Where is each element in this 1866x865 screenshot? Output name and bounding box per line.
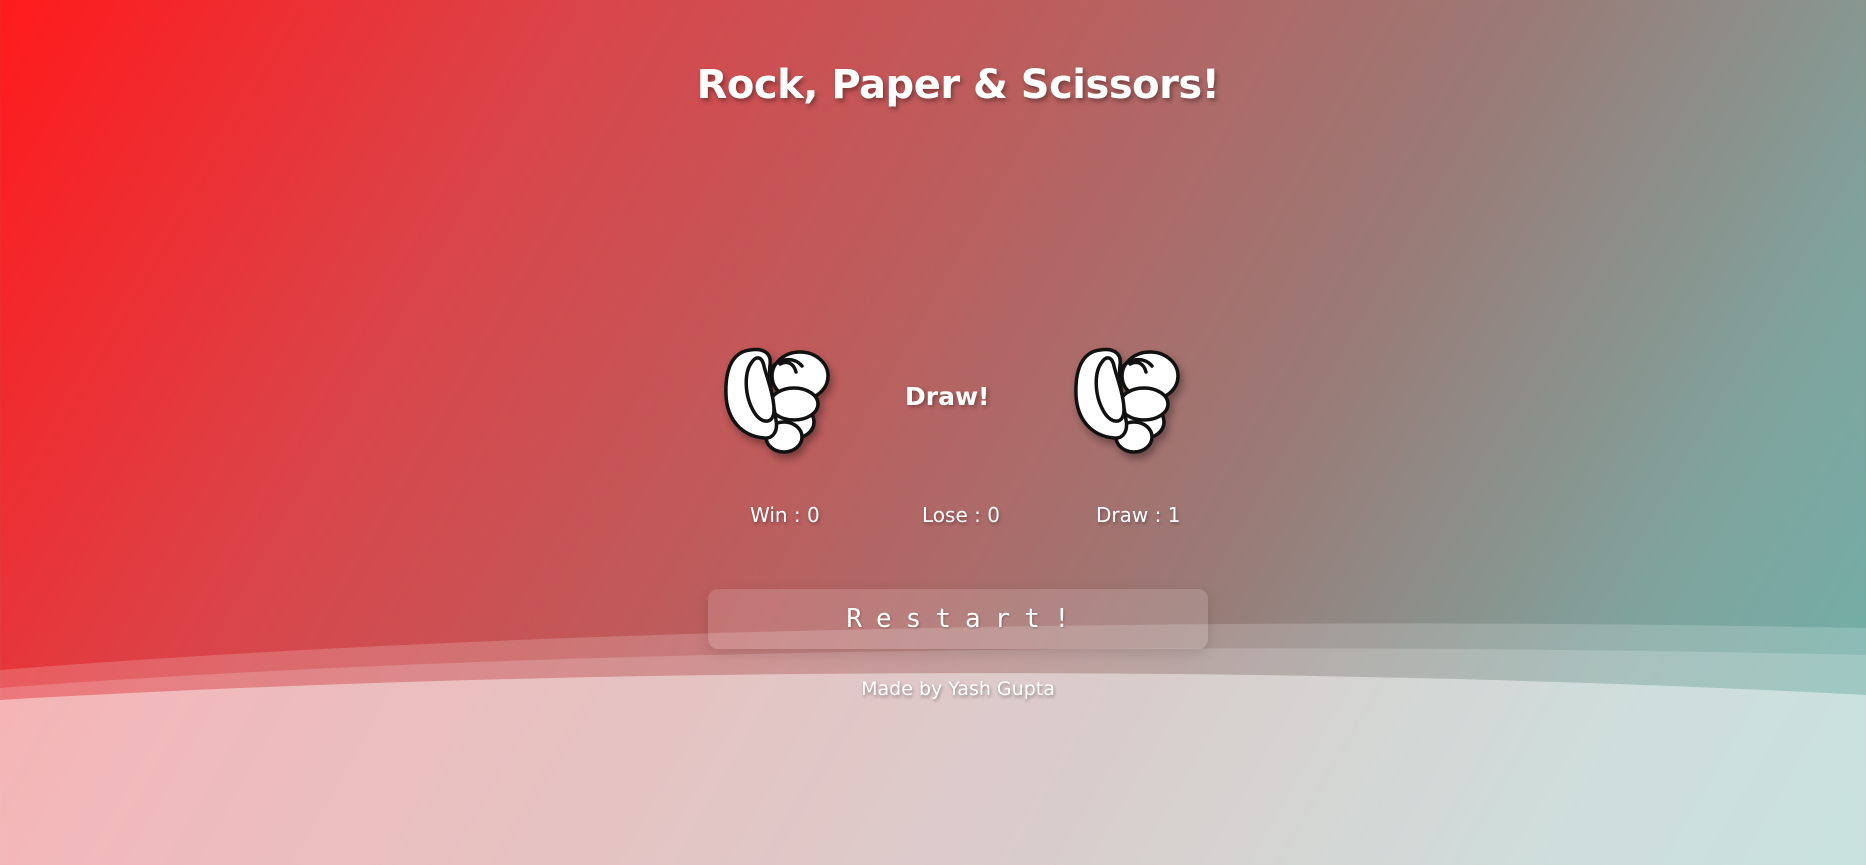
restart-button[interactable]: Restart! [708,589,1208,649]
background-waves [0,623,1866,865]
footer-credit: Made by Yash Gupta [861,678,1055,700]
rock-hand-icon [1074,347,1180,454]
rock-hand-icon [724,347,830,454]
lose-score: Lose : 0 [922,503,1000,527]
round-result: Draw! [905,382,990,411]
page-title: Rock, Paper & Scissors! [696,62,1220,108]
draw-score: Draw : 1 [1096,503,1181,527]
win-score: Win : 0 [750,503,820,527]
